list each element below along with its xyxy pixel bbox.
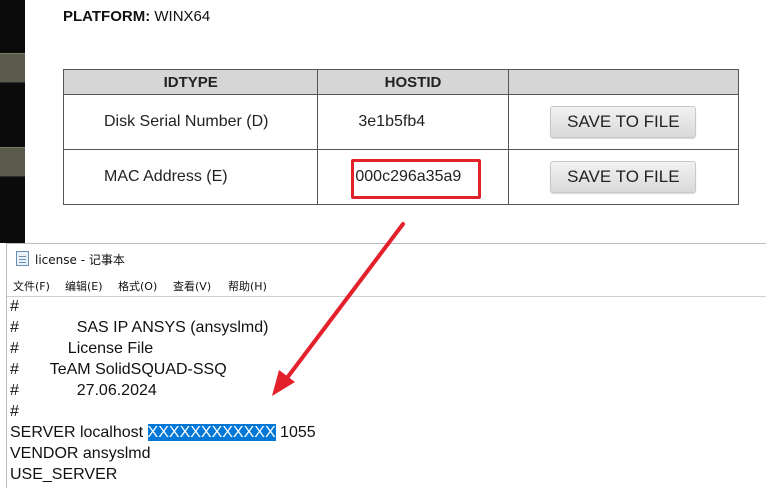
platform-label: PLATFORM: [63, 8, 151, 25]
platform-line: PLATFORM: WINX64 [63, 8, 210, 25]
action-cell: SAVE TO FILE [507, 94, 740, 150]
menu-format[interactable]: 格式(O) [118, 278, 157, 294]
column-header-action [507, 69, 740, 95]
menu-view[interactable]: 查看(V) [173, 278, 211, 294]
hostid-cell: 3e1b5fb4 [317, 94, 509, 150]
text-line: # 27.06.2024 [10, 382, 157, 399]
menu-bar: 文件(F) 编辑(E) 格式(O) 查看(V) 帮助(H) [7, 273, 766, 295]
use-server-line: USE_SERVER [10, 466, 118, 483]
column-header-idtype: IDTYPE [62, 69, 319, 95]
action-cell: SAVE TO FILE [507, 149, 740, 205]
text-line: # [10, 403, 19, 420]
server-line: SERVER localhost XXXXXXXXXXXX 1055 [10, 423, 316, 443]
notepad-window: license - 记事本 文件(F) 编辑(E) 格式(O) 查看(V) 帮助… [6, 243, 766, 488]
vendor-line: VENDOR ansyslmd [10, 445, 151, 462]
text-line: # TeAM SolidSQUAD-SSQ [10, 361, 227, 378]
notepad-title-bar[interactable]: license - 记事本 [7, 244, 766, 272]
text-line: # [10, 298, 19, 315]
column-header-hostid: HOSTID [317, 69, 509, 95]
mac-address-highlight-box [351, 159, 481, 199]
text-line: # License File [10, 340, 154, 357]
platform-value: WINX64 [154, 8, 211, 25]
save-to-file-button[interactable]: SAVE TO FILE [550, 161, 697, 193]
table-row: Disk Serial Number (D) 3e1b5fb4 SAVE TO … [62, 94, 740, 150]
save-to-file-button[interactable]: SAVE TO FILE [550, 106, 697, 138]
window-title: license - 记事本 [35, 253, 125, 267]
selected-hostid-placeholder: XXXXXXXXXXXX [147, 424, 276, 441]
menu-edit[interactable]: 编辑(E) [65, 278, 103, 294]
background-window-strip [0, 0, 25, 243]
idtype-cell: Disk Serial Number (D) [62, 94, 319, 150]
background-tab[interactable] [0, 53, 25, 83]
server-prefix: SERVER localhost [10, 424, 148, 441]
menu-file[interactable]: 文件(F) [13, 278, 50, 294]
menu-help[interactable]: 帮助(H) [228, 278, 267, 294]
table-header-row: IDTYPE HOSTID [62, 69, 740, 95]
idtype-cell: MAC Address (E) [62, 149, 319, 205]
background-tab[interactable] [0, 147, 25, 177]
notepad-icon [16, 251, 29, 266]
text-line: # SAS IP ANSYS (ansyslmd) [10, 319, 269, 336]
text-editor-area[interactable]: # # SAS IP ANSYS (ansyslmd) # License Fi… [7, 296, 766, 489]
server-port: 1055 [275, 424, 316, 441]
